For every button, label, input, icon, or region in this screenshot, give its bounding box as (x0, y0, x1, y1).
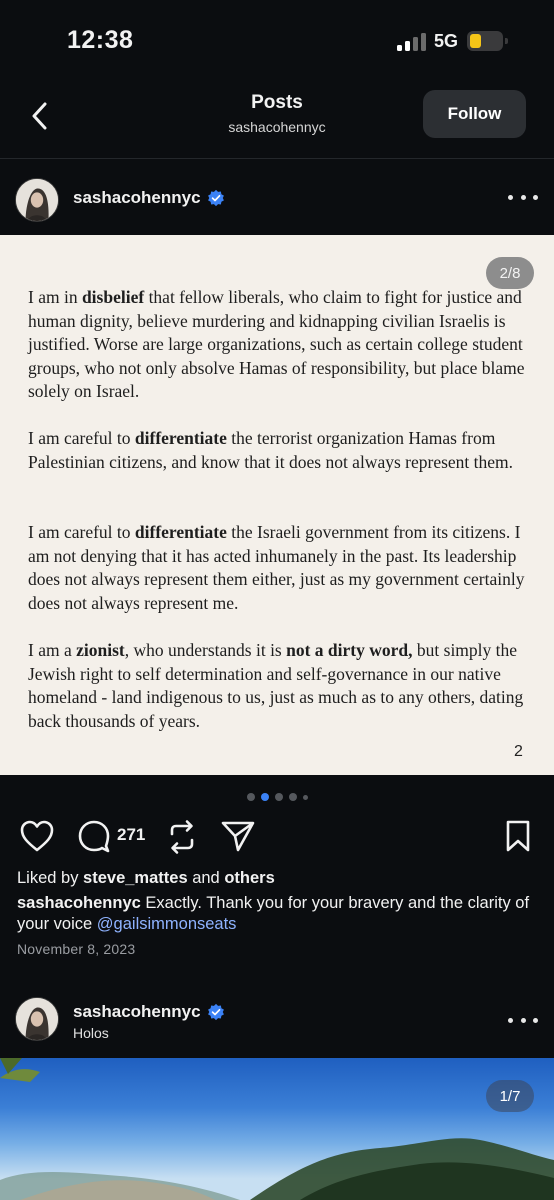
post-header: sashacohennyc (0, 160, 554, 236)
network-type: 5G (434, 31, 459, 51)
verified-badge-icon (207, 1003, 224, 1021)
liked-by-prefix: Liked by (17, 869, 84, 887)
post-paragraph: I am a zionist, who understands it is no… (28, 639, 528, 733)
post-caption: sashacohennyc Exactly. Thank you for you… (17, 893, 537, 935)
post-paragraph: I am in disbelief that fellow liberals, … (28, 286, 528, 404)
post-location[interactable]: Holos (73, 1025, 109, 1041)
post-date: November 8, 2023 (17, 941, 136, 957)
verified-badge-icon (207, 189, 224, 207)
landscape-image (0, 1058, 554, 1200)
comment-count: 271 (117, 825, 146, 844)
emphasis-text: zionist (76, 640, 125, 660)
paragraph-text: , who understands it is (124, 640, 287, 660)
paragraph-text: I am in (28, 287, 82, 307)
share-icon[interactable] (220, 819, 256, 853)
clock: 12:38 (67, 26, 134, 54)
carousel-dot (302, 794, 308, 800)
dot-icon (508, 1017, 513, 1023)
post-paragraph: I am careful to differentiate the terror… (28, 427, 528, 474)
emphasis-text: disbelief (81, 287, 145, 307)
carousel-dot (288, 793, 297, 801)
carousel-dot-active (260, 793, 269, 801)
repost-icon[interactable] (166, 819, 198, 855)
paragraph-text: I am careful to (28, 428, 135, 448)
slide-counter: 2/8 (486, 257, 534, 289)
carousel-dot (246, 793, 255, 801)
comment-icon[interactable] (76, 819, 112, 853)
liked-by-and: and (187, 869, 225, 887)
post-media-card[interactable]: 2/8 I am in disbelief that fellow libera… (0, 235, 554, 775)
paragraph-text: I am a (28, 640, 77, 660)
bookmark-icon[interactable] (504, 819, 532, 853)
dot-icon (533, 194, 538, 200)
liked-by-user[interactable]: steve_mattes (83, 869, 188, 887)
username-text: sashacohennyc (73, 1002, 201, 1021)
dot-icon (520, 194, 526, 200)
heart-icon[interactable] (19, 819, 55, 853)
post-paragraph: I am careful to differentiate the Israel… (28, 521, 528, 615)
cell-signal-icon (397, 33, 429, 51)
paragraph-text: I am careful to (28, 522, 135, 542)
post-username[interactable]: sashacohennyc (73, 1002, 225, 1022)
emphasis-text: differentiate (134, 428, 227, 448)
dot-icon (520, 1017, 526, 1023)
emphasis-text: differentiate (134, 522, 227, 542)
battery-icon (467, 31, 508, 51)
carousel-indicator (0, 792, 554, 802)
profile-photo (16, 179, 58, 221)
dot-icon (533, 1017, 538, 1023)
liked-by-others[interactable]: others (224, 869, 274, 887)
action-bar: 271 (0, 815, 554, 859)
avatar[interactable] (15, 178, 59, 222)
emphasis-text: not a dirty word, (286, 640, 413, 660)
profile-photo (16, 998, 58, 1040)
caption-username[interactable]: sashacohennyc (17, 894, 141, 912)
status-bar: 12:38 5G (0, 0, 554, 80)
follow-button[interactable]: Follow (423, 90, 526, 138)
post-photo[interactable]: 1/7 (0, 1058, 554, 1200)
liked-by: Liked by steve_mattes and others (17, 869, 275, 888)
page-number: 2 (514, 743, 523, 760)
post-header: sashacohennyc Holos (0, 984, 554, 1060)
avatar[interactable] (15, 997, 59, 1041)
post-username[interactable]: sashacohennyc (73, 188, 225, 208)
more-options-button[interactable] (508, 187, 538, 207)
slide-counter: 1/7 (486, 1080, 534, 1112)
more-options-button[interactable] (508, 1010, 538, 1030)
dot-icon (508, 194, 513, 200)
divider (0, 158, 554, 159)
caption-mention[interactable]: @gailsimmonseats (97, 915, 237, 933)
top-bar: Posts sashacohennyc Follow (0, 80, 554, 158)
carousel-dot (274, 793, 283, 801)
username-text: sashacohennyc (73, 188, 201, 207)
